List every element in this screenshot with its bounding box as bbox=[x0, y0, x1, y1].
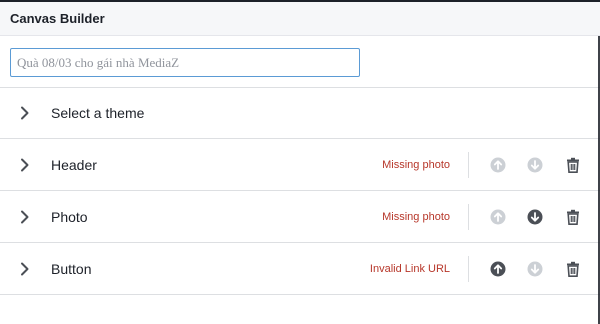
component-row-photo[interactable]: Photo Missing photo bbox=[0, 191, 600, 243]
error-message: Missing photo bbox=[382, 158, 450, 171]
component-label: Select a theme bbox=[51, 105, 145, 121]
trash-icon[interactable] bbox=[565, 261, 581, 277]
trash-icon[interactable] bbox=[565, 157, 581, 173]
component-row-select-theme[interactable]: Select a theme bbox=[0, 88, 600, 139]
component-label: Button bbox=[51, 260, 92, 277]
divider bbox=[468, 256, 469, 282]
chevron-right-icon[interactable] bbox=[18, 210, 32, 224]
canvas-name-input[interactable] bbox=[10, 48, 360, 77]
error-message: Invalid Link URL bbox=[369, 262, 450, 275]
chevron-right-icon[interactable] bbox=[18, 158, 32, 172]
divider bbox=[468, 152, 469, 178]
page-title: Canvas Builder bbox=[10, 11, 105, 26]
title-bar: Canvas Builder bbox=[0, 2, 600, 36]
trash-icon[interactable] bbox=[565, 209, 581, 225]
chevron-right-icon[interactable] bbox=[18, 262, 32, 276]
component-label: Photo bbox=[51, 208, 88, 225]
chevron-right-icon[interactable] bbox=[18, 106, 32, 120]
arrow-down-circle-icon[interactable] bbox=[527, 209, 543, 225]
divider bbox=[468, 204, 469, 230]
arrow-up-circle-icon[interactable] bbox=[490, 157, 506, 173]
component-label: Header bbox=[51, 156, 97, 173]
arrow-up-circle-icon[interactable] bbox=[490, 261, 506, 277]
component-row-header[interactable]: Header Missing photo bbox=[0, 139, 600, 191]
arrow-down-circle-icon[interactable] bbox=[527, 261, 543, 277]
error-message: Missing photo bbox=[382, 210, 450, 223]
component-row-button[interactable]: Button Invalid Link URL bbox=[0, 243, 600, 295]
component-list: Select a theme Header Missing photo Phot… bbox=[0, 88, 600, 295]
arrow-down-circle-icon[interactable] bbox=[527, 157, 543, 173]
search-area bbox=[0, 36, 600, 88]
arrow-up-circle-icon[interactable] bbox=[490, 209, 506, 225]
